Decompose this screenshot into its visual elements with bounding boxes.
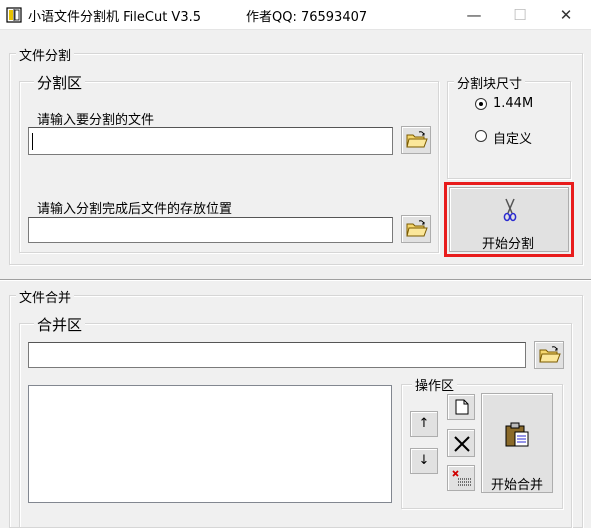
clipboard-icon bbox=[505, 422, 529, 447]
close-button[interactable]: ✕ bbox=[543, 0, 589, 30]
merge-group-title: 文件合并 bbox=[16, 287, 75, 306]
merge-path-input[interactable] bbox=[28, 342, 526, 368]
section-divider bbox=[0, 279, 591, 281]
split-size-title: 分割块尺寸 bbox=[454, 73, 526, 92]
browse-merge-button[interactable] bbox=[534, 341, 564, 369]
merge-file-list[interactable] bbox=[28, 385, 392, 503]
open-folder-icon bbox=[406, 220, 428, 237]
clear-list-button[interactable] bbox=[447, 465, 475, 491]
size-option-1-44m-label[interactable]: 1.44M bbox=[493, 96, 533, 111]
new-file-icon bbox=[455, 399, 469, 415]
dest-folder-label: 请输入分割完成后文件的存放位置 bbox=[37, 202, 233, 217]
merge-area-title: 合并区 bbox=[34, 314, 86, 335]
split-group-title: 文件分割 bbox=[16, 45, 75, 64]
dest-folder-input[interactable] bbox=[28, 217, 393, 243]
add-file-button[interactable] bbox=[447, 394, 475, 420]
delete-x-icon bbox=[454, 436, 470, 452]
source-file-input[interactable] bbox=[28, 127, 393, 155]
window-title: 小语文件分割机 FileCut V3.5 bbox=[28, 10, 201, 25]
open-folder-icon bbox=[406, 131, 428, 148]
author-info: 作者QQ: 76593407 bbox=[246, 10, 368, 25]
app-icon bbox=[6, 7, 22, 23]
ops-group-title: 操作区 bbox=[412, 375, 458, 394]
size-option-custom-label[interactable]: 自定义 bbox=[493, 128, 532, 147]
move-down-button[interactable]: ↓ bbox=[410, 448, 438, 474]
open-folder-icon bbox=[539, 346, 561, 363]
maximize-button[interactable]: ☐ bbox=[497, 0, 543, 30]
move-up-button[interactable]: ↑ bbox=[410, 411, 438, 437]
clear-list-icon bbox=[452, 470, 471, 486]
size-radio-1-44m[interactable] bbox=[475, 98, 487, 110]
browse-dest-button[interactable] bbox=[401, 215, 431, 243]
minimize-button[interactable]: — bbox=[451, 0, 497, 30]
size-radio-custom[interactable] bbox=[475, 130, 487, 142]
text-cursor bbox=[32, 133, 33, 150]
highlight-box bbox=[444, 182, 574, 257]
start-merge-label: 开始合并 bbox=[491, 478, 544, 493]
start-merge-button[interactable]: 开始合并 bbox=[481, 393, 553, 493]
remove-file-button[interactable] bbox=[447, 429, 475, 457]
browse-source-button[interactable] bbox=[401, 126, 431, 154]
source-file-label: 请输入要分割的文件 bbox=[37, 113, 155, 128]
split-area-title: 分割区 bbox=[34, 72, 86, 93]
